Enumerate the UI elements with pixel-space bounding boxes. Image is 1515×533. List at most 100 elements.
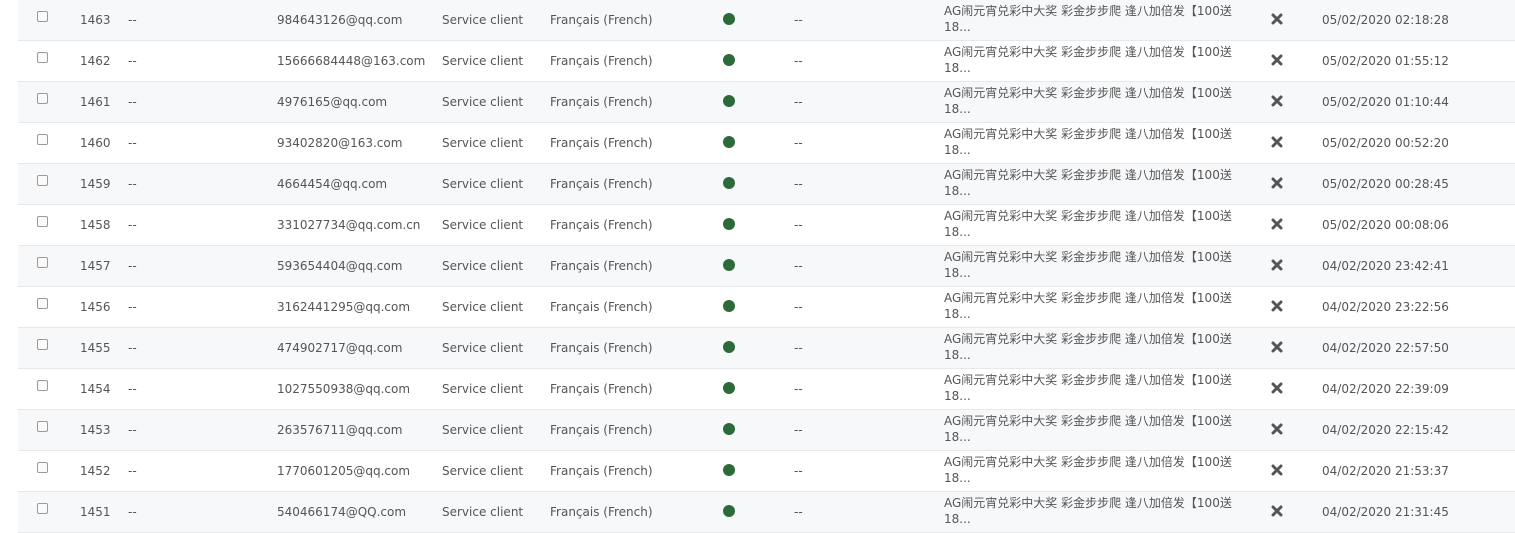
row-subject[interactable]: AG闹元宵兑彩中大奖 彩金步步爬 逢八加倍发【100送 18...: [944, 167, 1234, 201]
table-row[interactable]: 1456 -- 3162441295@qq.com Service client Fra…: [18, 287, 1515, 328]
table-row[interactable]: 1461 -- 4976165@qq.com Service client França…: [18, 82, 1515, 123]
row-checkbox[interactable]: [37, 380, 48, 391]
row-id: 1463: [80, 13, 111, 27]
table-row[interactable]: 1463 -- 984643126@qq.com Service client Fran…: [18, 0, 1515, 41]
row-subject[interactable]: AG闹元宵兑彩中大奖 彩金步步爬 逢八加倍发【100送 18...: [944, 413, 1234, 447]
close-icon[interactable]: [1271, 423, 1283, 435]
row-checkbox[interactable]: [37, 462, 48, 473]
row-col7: --: [794, 13, 803, 27]
close-icon[interactable]: [1271, 259, 1283, 271]
row-subject-line1: AG闹元宵兑彩中大奖 彩金步步爬 逢八加倍发【100送: [944, 250, 1232, 264]
row-id: 1459: [80, 177, 111, 191]
status-dot-icon: [723, 136, 735, 148]
row-checkbox[interactable]: [37, 257, 48, 268]
close-icon[interactable]: [1271, 505, 1283, 517]
row-service: Service client: [442, 505, 524, 519]
row-subject[interactable]: AG闹元宵兑彩中大奖 彩金步步爬 逢八加倍发【100送 18...: [944, 44, 1234, 78]
status-dot-icon: [723, 464, 735, 476]
row-name: --: [128, 464, 137, 478]
row-language: Français (French): [550, 300, 653, 314]
row-service: Service client: [442, 218, 524, 232]
row-checkbox[interactable]: [37, 421, 48, 432]
row-email: 474902717@qq.com: [277, 341, 403, 355]
close-icon[interactable]: [1271, 218, 1283, 230]
row-checkbox[interactable]: [37, 134, 48, 145]
close-icon[interactable]: [1271, 136, 1283, 148]
row-service: Service client: [442, 177, 524, 191]
row-subject[interactable]: AG闹元宵兑彩中大奖 彩金步步爬 逢八加倍发【100送 18...: [944, 372, 1234, 406]
row-subject[interactable]: AG闹元宵兑彩中大奖 彩金步步爬 逢八加倍发【100送 18...: [944, 331, 1234, 365]
row-language: Français (French): [550, 136, 653, 150]
row-subject[interactable]: AG闹元宵兑彩中大奖 彩金步步爬 逢八加倍发【100送 18...: [944, 454, 1234, 488]
row-id: 1457: [80, 259, 111, 273]
row-name: --: [128, 177, 137, 191]
table-row[interactable]: 1453 -- 263576711@qq.com Service client Fran…: [18, 410, 1515, 451]
status-dot-icon: [723, 505, 735, 517]
close-icon[interactable]: [1271, 95, 1283, 107]
row-language: Français (French): [550, 505, 653, 519]
row-id: 1455: [80, 341, 111, 355]
row-checkbox[interactable]: [37, 52, 48, 63]
row-subject-line1: AG闹元宵兑彩中大奖 彩金步步爬 逢八加倍发【100送: [944, 168, 1232, 182]
row-subject[interactable]: AG闹元宵兑彩中大奖 彩金步步爬 逢八加倍发【100送 18...: [944, 249, 1234, 283]
row-service: Service client: [442, 341, 524, 355]
table-row[interactable]: 1455 -- 474902717@qq.com Service client Fran…: [18, 328, 1515, 369]
messages-table: 1463 -- 984643126@qq.com Service client Fran…: [18, 0, 1515, 533]
row-subject-line2: 18...: [944, 430, 971, 444]
row-subject-line1: AG闹元宵兑彩中大奖 彩金步步爬 逢八加倍发【100送: [944, 209, 1232, 223]
table-row[interactable]: 1460 -- 93402820@163.com Service client Fran…: [18, 123, 1515, 164]
row-id: 1456: [80, 300, 111, 314]
table-row[interactable]: 1462 -- 15666684448@163.com Service client F…: [18, 41, 1515, 82]
row-email: 1027550938@qq.com: [277, 382, 411, 396]
row-subject[interactable]: AG闹元宵兑彩中大奖 彩金步步爬 逢八加倍发【100送 18...: [944, 126, 1234, 160]
row-subject[interactable]: AG闹元宵兑彩中大奖 彩金步步爬 逢八加倍发【100送 18...: [944, 3, 1234, 37]
row-email: 3162441295@qq.com: [277, 300, 411, 314]
close-icon[interactable]: [1271, 464, 1283, 476]
row-subject-line2: 18...: [944, 102, 971, 116]
row-subject-line2: 18...: [944, 184, 971, 198]
row-col7: --: [794, 382, 803, 396]
row-language: Français (French): [550, 259, 653, 273]
row-date: 05/02/2020 00:52:20: [1322, 136, 1449, 150]
row-subject-line1: AG闹元宵兑彩中大奖 彩金步步爬 逢八加倍发【100送: [944, 496, 1232, 510]
row-subject-line2: 18...: [944, 143, 971, 157]
row-name: --: [128, 136, 137, 150]
row-checkbox[interactable]: [37, 11, 48, 22]
row-subject[interactable]: AG闹元宵兑彩中大奖 彩金步步爬 逢八加倍发【100送 18...: [944, 290, 1234, 324]
close-icon[interactable]: [1271, 54, 1283, 66]
table-row[interactable]: 1459 -- 4664454@qq.com Service client França…: [18, 164, 1515, 205]
row-subject[interactable]: AG闹元宵兑彩中大奖 彩金步步爬 逢八加倍发【100送 18...: [944, 85, 1234, 119]
table-row[interactable]: 1458 -- 331027734@qq.com.cn Service client F…: [18, 205, 1515, 246]
row-checkbox[interactable]: [37, 216, 48, 227]
table-row[interactable]: 1452 -- 1770601205@qq.com Service client Fra…: [18, 451, 1515, 492]
row-col7: --: [794, 54, 803, 68]
row-subject-line2: 18...: [944, 20, 971, 34]
close-icon[interactable]: [1271, 13, 1283, 25]
row-id: 1458: [80, 218, 111, 232]
status-dot-icon: [723, 13, 735, 25]
row-email: 593654404@qq.com: [277, 259, 403, 273]
row-checkbox[interactable]: [37, 298, 48, 309]
status-dot-icon: [723, 300, 735, 312]
status-dot-icon: [723, 259, 735, 271]
row-date: 05/02/2020 00:28:45: [1322, 177, 1449, 191]
row-language: Français (French): [550, 54, 653, 68]
row-name: --: [128, 505, 137, 519]
row-subject[interactable]: AG闹元宵兑彩中大奖 彩金步步爬 逢八加倍发【100送 18...: [944, 208, 1234, 242]
close-icon[interactable]: [1271, 382, 1283, 394]
row-checkbox[interactable]: [37, 93, 48, 104]
row-checkbox[interactable]: [37, 175, 48, 186]
close-icon[interactable]: [1271, 177, 1283, 189]
close-icon[interactable]: [1271, 341, 1283, 353]
row-checkbox[interactable]: [37, 339, 48, 350]
table-row[interactable]: 1457 -- 593654404@qq.com Service client Fran…: [18, 246, 1515, 287]
row-id: 1462: [80, 54, 111, 68]
row-subject-line1: AG闹元宵兑彩中大奖 彩金步步爬 逢八加倍发【100送: [944, 332, 1232, 346]
row-checkbox[interactable]: [37, 503, 48, 514]
row-subject-line2: 18...: [944, 61, 971, 75]
status-dot-icon: [723, 341, 735, 353]
table-row[interactable]: 1451 -- 540466174@QQ.com Service client Fran…: [18, 492, 1515, 533]
table-row[interactable]: 1454 -- 1027550938@qq.com Service client Fra…: [18, 369, 1515, 410]
row-subject[interactable]: AG闹元宵兑彩中大奖 彩金步步爬 逢八加倍发【100送 18...: [944, 495, 1234, 529]
close-icon[interactable]: [1271, 300, 1283, 312]
